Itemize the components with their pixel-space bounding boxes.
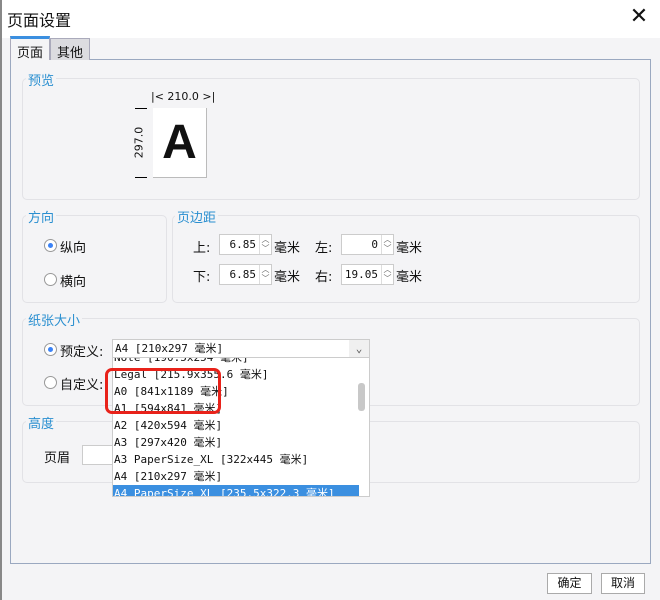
predefined-radio[interactable] [44, 343, 57, 356]
custom-label: 自定义: [60, 378, 104, 393]
portrait-radio[interactable] [44, 239, 57, 252]
custom-radio[interactable] [44, 376, 57, 389]
preview-label: 预览 [26, 70, 57, 89]
unit-label: 毫米 [274, 270, 301, 285]
margins-group [172, 215, 640, 303]
list-item[interactable]: A3 PaperSize_XL [322x445 毫米] [113, 451, 359, 468]
margins-label: 页边距 [175, 207, 219, 226]
list-item[interactable]: Note [190.5x254 毫米] [113, 358, 359, 366]
paper-preview: A [153, 108, 207, 178]
bottom-margin-label: 下: [193, 270, 211, 285]
landscape-label: 横向 [60, 275, 87, 290]
header-height-input[interactable] [82, 445, 114, 465]
list-item[interactable]: A2 [420x594 毫米] [113, 417, 359, 434]
unit-label: 毫米 [396, 270, 423, 285]
dialog-title: 页面设置 [7, 11, 72, 30]
right-margin-value[interactable]: 19.05 [342, 265, 381, 284]
right-margin-label: 右: [315, 270, 333, 285]
paper-size-select[interactable]: A4 [210x297 毫米] ⌄ [112, 339, 370, 358]
list-item[interactable]: A4 [210x297 毫米] [113, 468, 359, 485]
right-margin-stepper[interactable]: 19.05 ︿ ﹀ [341, 264, 394, 285]
bottom-margin-stepper[interactable]: 6.85 ︿ ﹀ [219, 264, 272, 285]
left-margin-stepper[interactable]: 0 ︿ ﹀ [341, 234, 394, 255]
header-label: 页眉 [44, 451, 71, 466]
cancel-button[interactable]: 取消 [601, 573, 645, 594]
selected-paper-size: A4 [210x297 毫米] [115, 342, 224, 355]
width-value: 210.0 [167, 90, 199, 103]
top-margin-label: 上: [193, 241, 211, 256]
close-icon[interactable]: ✕ [627, 4, 651, 29]
ok-button[interactable]: 确定 [547, 573, 592, 594]
width-dimension: |< 210.0 >| [151, 90, 216, 103]
chevron-down-icon[interactable]: ⌄ [349, 340, 369, 357]
predefined-label: 预定义: [60, 345, 104, 360]
top-margin-value[interactable]: 6.85 [220, 235, 259, 254]
preview-group [22, 78, 640, 200]
left-margin-value[interactable]: 0 [342, 235, 381, 254]
list-item-highlighted[interactable]: A4 PaperSize_XL [235.5x322.3 毫米] [113, 485, 359, 496]
spin-arrows-icon[interactable]: ︿ ﹀ [381, 235, 393, 254]
title-bar [2, 0, 660, 38]
spin-arrows-icon[interactable]: ︿ ﹀ [259, 265, 271, 284]
spin-arrows-icon[interactable]: ︿ ﹀ [381, 265, 393, 284]
annotation-highlight-box [105, 368, 221, 414]
tab-page[interactable]: 页面 [10, 36, 51, 61]
unit-label: 毫米 [274, 241, 301, 256]
orientation-label: 方向 [26, 207, 57, 226]
bottom-margin-value[interactable]: 6.85 [220, 265, 259, 284]
portrait-label: 纵向 [60, 241, 87, 256]
spin-arrows-icon[interactable]: ︿ ﹀ [259, 235, 271, 254]
height-label: 高度 [26, 413, 57, 432]
orientation-group [22, 215, 167, 303]
tab-other[interactable]: 其他 [50, 38, 91, 61]
unit-label: 毫米 [396, 241, 423, 256]
height-value: 297.0 [132, 126, 146, 159]
left-margin-label: 左: [315, 241, 333, 256]
paper-size-label: 纸张大小 [26, 310, 83, 329]
landscape-radio[interactable] [44, 273, 57, 286]
top-margin-stepper[interactable]: 6.85 ︿ ﹀ [219, 234, 272, 255]
dropdown-scrollbar[interactable] [358, 383, 365, 411]
list-item[interactable]: A3 [297x420 毫米] [113, 434, 359, 451]
